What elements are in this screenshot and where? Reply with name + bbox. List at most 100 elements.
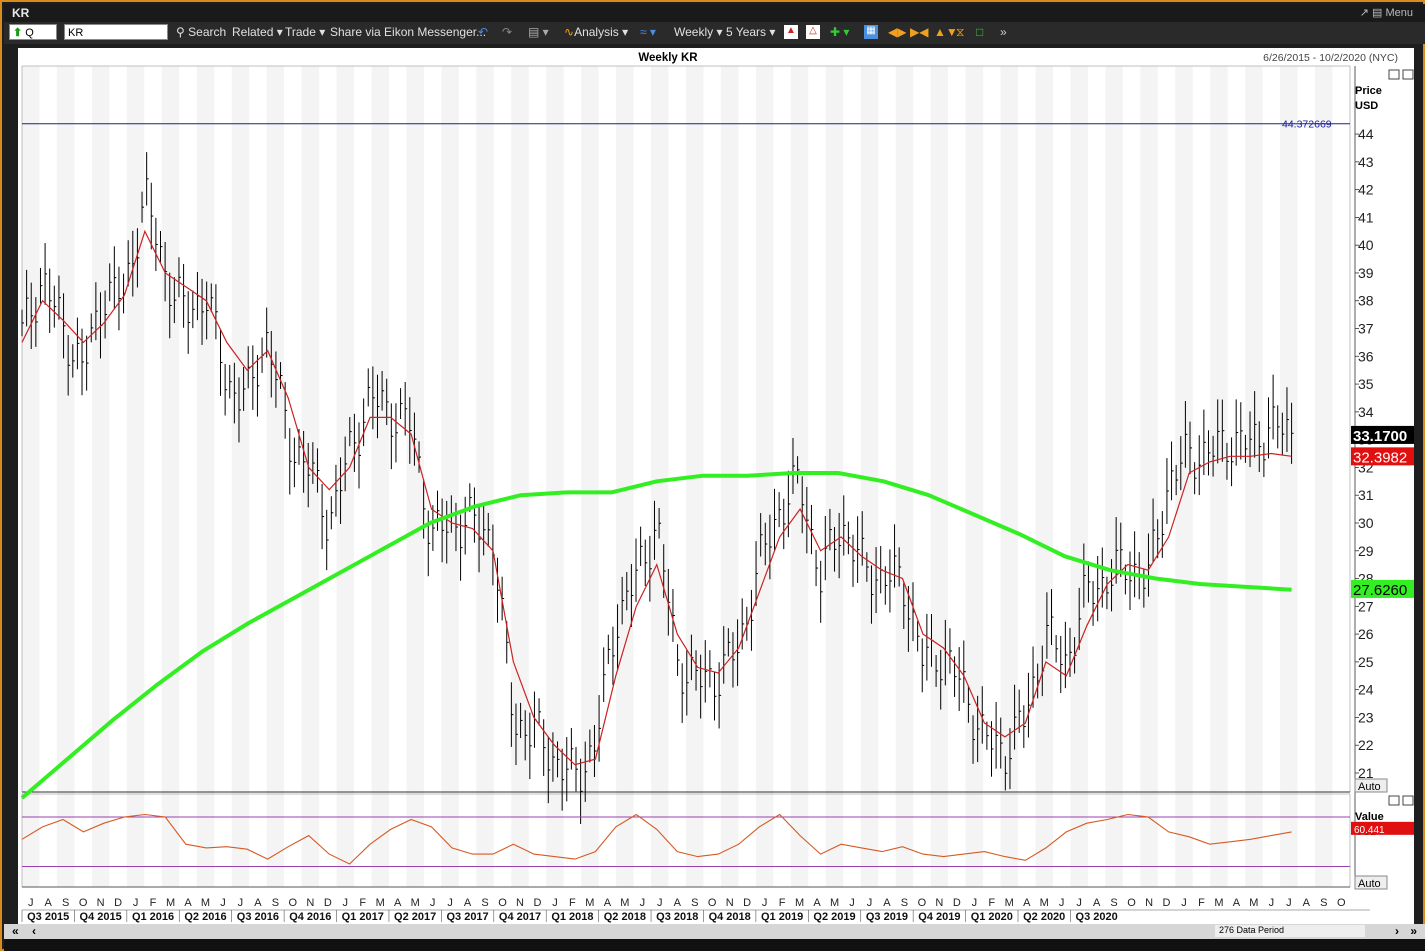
month-band <box>895 66 914 887</box>
x-month-label: F <box>988 897 995 909</box>
related-menu[interactable]: Related ▾ <box>232 25 283 39</box>
x-quarter-label: Q1 2016 <box>132 911 174 923</box>
search-button[interactable]: ⚲ Search <box>176 25 226 39</box>
data-period-field[interactable]: 276 Data Period <box>1215 925 1365 937</box>
month-band <box>1000 66 1018 887</box>
x-month-label: A <box>184 897 192 909</box>
x-month-label: F <box>779 897 786 909</box>
x-quarter-label: Q2 2020 <box>1023 911 1065 923</box>
scroll-left-icon[interactable]: ◀▶ <box>888 25 906 39</box>
symbol-selector[interactable]: ⬆ Q <box>9 24 57 40</box>
compare-chart-icon[interactable]: △ <box>806 25 820 39</box>
interval-label: Weekly <box>674 25 714 39</box>
y-tick-label: 35 <box>1358 376 1374 392</box>
month-band <box>651 66 669 887</box>
osc-panel-close-icon <box>1402 795 1414 806</box>
y-tick-label: 37 <box>1358 321 1374 337</box>
window-menu-icon[interactable]: ▤ <box>1372 7 1382 19</box>
scroll-end-icon[interactable]: » <box>1410 924 1417 938</box>
x-month-label: O <box>708 897 717 909</box>
scroll-back-icon[interactable]: ‹ <box>32 924 36 938</box>
month-band <box>1140 66 1158 887</box>
chart-background <box>18 48 1414 924</box>
oscillator-value-label: 60.441 <box>1354 825 1385 836</box>
scroll-start-icon[interactable]: « <box>12 924 19 938</box>
ticker-input[interactable]: KR <box>64 24 168 40</box>
zoom-vertical-icon[interactable]: ▲▼ <box>934 25 958 39</box>
scroll-right-icon[interactable]: ▶◀ <box>910 25 928 39</box>
x-month-label: O <box>1127 897 1136 909</box>
x-month-label: D <box>743 897 751 909</box>
trade-menu[interactable]: Trade ▾ <box>285 25 325 39</box>
month-band <box>930 66 949 887</box>
x-month-label: D <box>1163 897 1171 909</box>
x-month-label: N <box>516 897 524 909</box>
y-tick-label: 25 <box>1358 654 1374 670</box>
layout-icon[interactable]: ▦ <box>864 25 878 39</box>
interval-menu[interactable]: Weekly ▾ <box>674 25 723 39</box>
x-month-label: D <box>324 897 332 909</box>
trade-label: Trade <box>285 25 316 39</box>
symbol-letter: Q <box>25 27 34 39</box>
studies-icon[interactable]: ≈ ▾ <box>640 25 656 39</box>
pop-out-icon[interactable]: ↗ <box>1360 7 1369 19</box>
range-menu[interactable]: 5 Years ▾ <box>726 25 775 39</box>
crosshair-icon[interactable]: ✚ ▾ <box>830 25 849 39</box>
x-quarter-label: Q2 2016 <box>184 911 226 923</box>
x-month-label: J <box>1181 897 1187 909</box>
x-quarter-label: Q1 2018 <box>551 911 593 923</box>
x-month-label: J <box>552 897 558 909</box>
month-band <box>91 66 110 887</box>
scroll-forward-icon[interactable]: › <box>1395 924 1399 938</box>
y-tick-label: 27 <box>1358 598 1374 614</box>
x-month-label: A <box>604 897 612 909</box>
x-month-label: D <box>953 897 961 909</box>
long-ma-label: 27.6260 <box>1353 582 1407 599</box>
x-quarter-label: Q2 2019 <box>813 911 855 923</box>
x-month-label: J <box>640 897 646 909</box>
x-month-label: A <box>1093 897 1101 909</box>
folder-icon[interactable]: ▤ ▾ <box>528 25 549 39</box>
undo-icon[interactable]: ↶ <box>478 25 488 39</box>
x-quarter-label: Q3 2020 <box>1076 911 1118 923</box>
x-month-label: M <box>585 897 594 909</box>
more-tools-icon[interactable]: » <box>1000 25 1007 39</box>
x-quarter-label: Q4 2016 <box>289 911 331 923</box>
x-month-label: M <box>830 897 839 909</box>
x-month-label: J <box>1076 897 1082 909</box>
y-tick-label: 26 <box>1358 626 1374 642</box>
share-button[interactable]: Share via Eikon Messenger... <box>330 25 486 39</box>
auto-scale-label: Auto <box>1358 781 1381 793</box>
x-month-label: O <box>289 897 298 909</box>
x-month-label: J <box>28 897 33 909</box>
x-quarter-label: Q1 2019 <box>761 911 803 923</box>
x-month-label: A <box>45 897 53 909</box>
x-month-label: J <box>1059 897 1065 909</box>
zoom-hourglass-icon[interactable]: ⧖ <box>956 25 964 40</box>
y-tick-label: 43 <box>1358 154 1374 170</box>
x-month-label: S <box>62 897 69 909</box>
range-label: 5 Years <box>726 25 767 39</box>
analysis-menu[interactable]: ∿Analysis ▾ <box>564 25 628 39</box>
x-quarter-label: Q3 2019 <box>866 911 908 923</box>
x-month-label: A <box>254 897 262 909</box>
y-tick-label: 29 <box>1358 543 1374 559</box>
month-band <box>161 66 180 887</box>
x-month-label: J <box>1286 897 1292 909</box>
select-region-icon[interactable]: □ <box>976 25 983 39</box>
bottom-scroll-bar[interactable]: « ‹ 276 Data Period › » <box>4 924 1425 939</box>
month-band <box>1035 66 1053 887</box>
chevron-down-icon: ▾ <box>622 25 629 39</box>
month-band <box>511 66 529 887</box>
x-quarter-label: Q2 2018 <box>604 911 646 923</box>
chart-canvas[interactable]: Weekly KR 6/26/2015 - 10/2/2020 (NYC)2122… <box>18 48 1414 924</box>
x-quarter-label: Q1 2020 <box>971 911 1013 923</box>
line-chart-icon[interactable]: ▲ <box>784 25 798 39</box>
price-axis-unit: USD <box>1355 100 1378 112</box>
month-band <box>126 66 145 887</box>
month-band <box>196 66 215 887</box>
redo-icon[interactable]: ↷ <box>502 25 512 39</box>
menu-button[interactable]: Menu <box>1385 7 1413 19</box>
x-month-label: A <box>1023 897 1031 909</box>
value-axis-title: Value <box>1355 811 1384 823</box>
